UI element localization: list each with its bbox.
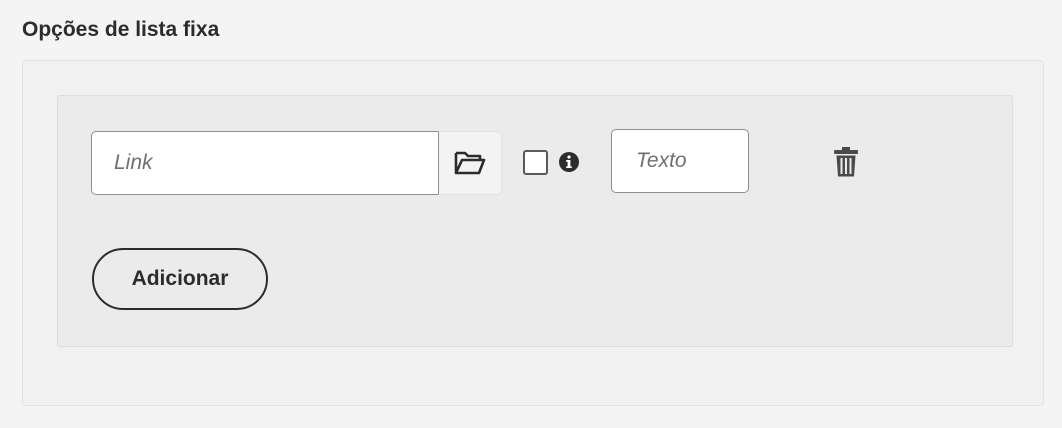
add-button[interactable]: Adicionar xyxy=(92,248,268,310)
info-icon[interactable] xyxy=(558,151,580,173)
delete-button[interactable] xyxy=(828,144,864,180)
text-input[interactable] xyxy=(611,129,749,193)
fixed-list-options-panel: Adicionar xyxy=(22,60,1044,406)
list-item-panel: Adicionar xyxy=(57,95,1013,347)
folder-open-icon xyxy=(454,151,486,175)
trash-icon xyxy=(834,147,858,177)
link-input[interactable] xyxy=(91,131,439,195)
checkbox[interactable] xyxy=(523,150,548,175)
browse-button[interactable] xyxy=(438,131,502,195)
section-title: Opções de lista fixa xyxy=(22,18,220,41)
